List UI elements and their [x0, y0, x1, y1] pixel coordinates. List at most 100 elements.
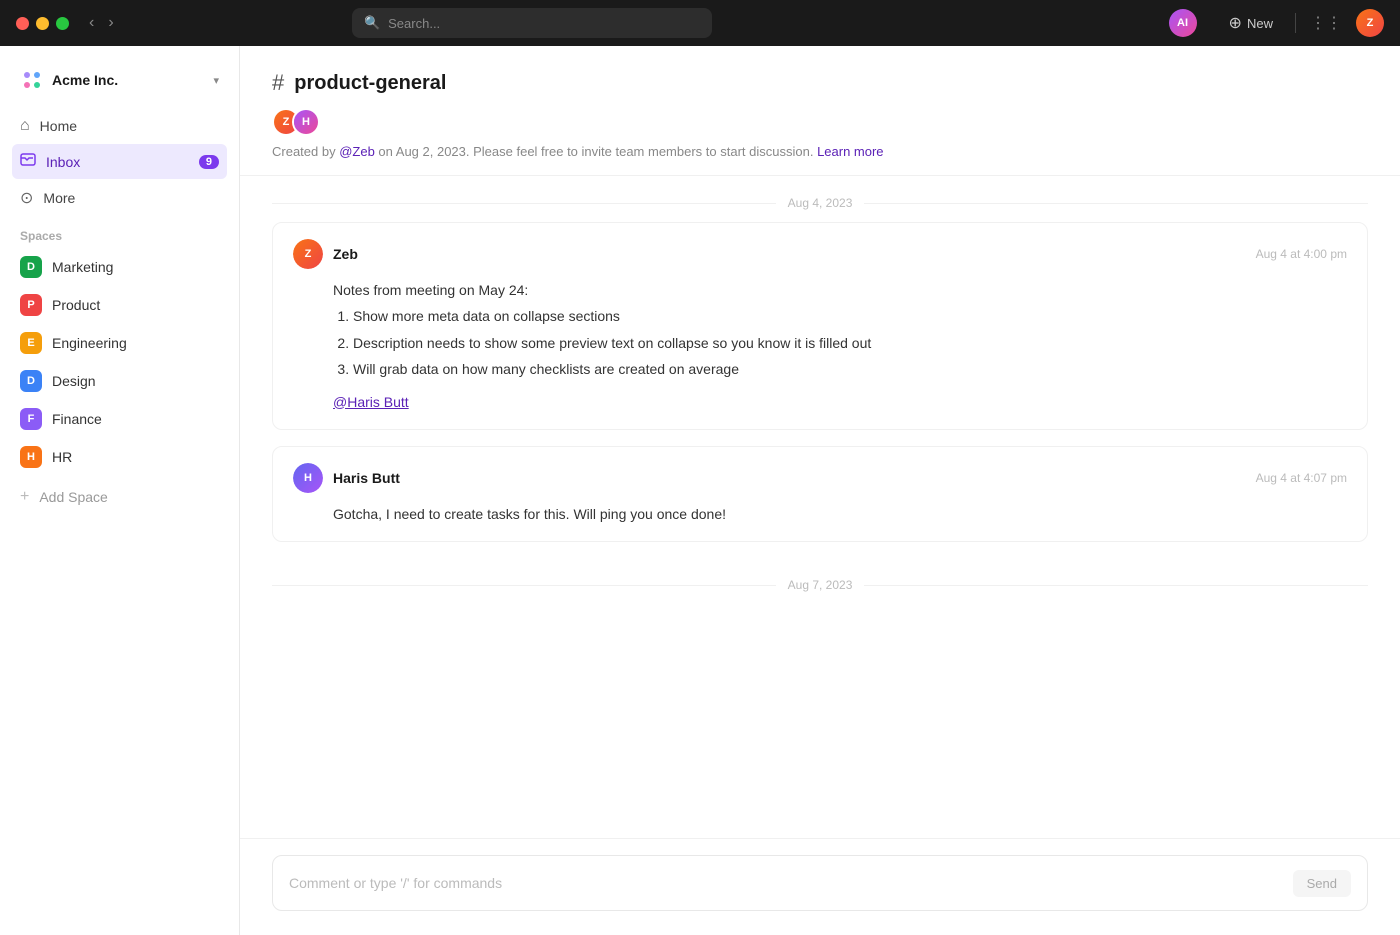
divider [1295, 13, 1296, 33]
workspace-name: Acme Inc. [52, 72, 118, 88]
space-item-finance[interactable]: F Finance [12, 401, 227, 437]
list-item: Will grab data on how many checklists ar… [353, 358, 1347, 380]
hr-label: HR [52, 449, 72, 465]
date-line [864, 203, 1368, 204]
channel-meta-prefix: Created by [272, 144, 339, 159]
channel-header: # product-general Z H Created by @Zeb on… [240, 46, 1400, 176]
date-divider-1: Aug 4, 2023 [272, 176, 1368, 222]
space-item-hr[interactable]: H HR [12, 439, 227, 475]
new-label: New [1247, 16, 1273, 31]
channel-meta-suffix: on Aug 2, 2023. Please feel free to invi… [375, 144, 817, 159]
engineering-dot: E [20, 332, 42, 354]
sidebar-item-more[interactable]: ⊙ More [12, 181, 227, 215]
msg-author-1: Zeb [333, 246, 358, 262]
list-item: Show more meta data on collapse sections [353, 305, 1347, 327]
topbar: ‹ › 🔍 AI ⊕ New ⋮⋮ Z [0, 0, 1400, 46]
new-button[interactable]: ⊕ New [1221, 9, 1281, 37]
add-space-plus-icon: + [20, 488, 29, 506]
learn-more-link[interactable]: Learn more [817, 144, 883, 159]
search-input[interactable] [388, 16, 700, 31]
msg-intro-1: Notes from meeting on May 24: [333, 282, 528, 298]
add-space-button[interactable]: + Add Space [12, 481, 227, 513]
message-header-1: Z Zeb Aug 4 at 4:00 pm [293, 239, 1347, 269]
ai-button[interactable]: AI [1169, 9, 1197, 37]
finance-label: Finance [52, 411, 102, 427]
date-line [272, 203, 776, 204]
inbox-icon [20, 151, 36, 172]
sidebar-item-home[interactable]: ⌂ Home [12, 110, 227, 142]
inbox-badge: 9 [199, 155, 219, 169]
forward-button[interactable]: › [104, 12, 117, 34]
msg-avatar-2: H [293, 463, 323, 493]
workspace-caret-icon: ▾ [213, 74, 219, 87]
send-button[interactable]: Send [1293, 870, 1351, 897]
msg-avatar-1: Z [293, 239, 323, 269]
space-item-marketing[interactable]: D Marketing [12, 249, 227, 285]
channel-members: Z H [272, 108, 1368, 136]
member-avatar-2: H [292, 108, 320, 136]
comment-area: Send [240, 838, 1400, 935]
comment-input[interactable] [289, 859, 1293, 907]
msg-body-2: Gotcha, I need to create tasks for this.… [293, 503, 1347, 525]
main-layout: Acme Inc. ▾ ⌂ Home Inbox 9 ⊙ More Spaces… [0, 46, 1400, 935]
message-header-2: H Haris Butt Aug 4 at 4:07 pm [293, 463, 1347, 493]
msg-list-1: Show more meta data on collapse sections… [333, 305, 1347, 380]
channel-name: product-general [294, 72, 446, 95]
date-line-2 [272, 585, 776, 586]
date-line-2 [864, 585, 1368, 586]
hash-icon: # [272, 70, 284, 96]
channel-meta: Created by @Zeb on Aug 2, 2023. Please f… [272, 144, 1368, 159]
back-button[interactable]: ‹ [85, 12, 98, 34]
home-icon: ⌂ [20, 117, 30, 135]
space-item-engineering[interactable]: E Engineering [12, 325, 227, 361]
more-label: More [43, 190, 75, 206]
message-card-1: Z Zeb Aug 4 at 4:00 pm Notes from meetin… [272, 222, 1368, 430]
comment-box: Send [272, 855, 1368, 911]
search-icon: 🔍 [364, 15, 380, 31]
close-window-button[interactable] [16, 17, 29, 30]
search-bar[interactable]: 🔍 [352, 8, 712, 38]
window-controls [16, 17, 69, 30]
msg-time-1: Aug 4 at 4:00 pm [1256, 247, 1347, 261]
spaces-section-label: Spaces [12, 217, 227, 249]
msg-author-2: Haris Butt [333, 470, 400, 486]
design-dot: D [20, 370, 42, 392]
date-label-1: Aug 4, 2023 [788, 196, 853, 210]
nav-arrows: ‹ › [85, 12, 118, 34]
inbox-label: Inbox [46, 154, 80, 170]
hr-dot: H [20, 446, 42, 468]
msg-time-2: Aug 4 at 4:07 pm [1256, 471, 1347, 485]
messages-area: Aug 4, 2023 Z Zeb Aug 4 at 4:00 pm Notes… [240, 176, 1400, 838]
marketing-dot: D [20, 256, 42, 278]
ai-label: AI [1177, 17, 1188, 29]
grid-icon[interactable]: ⋮⋮ [1310, 13, 1342, 33]
ai-badge: AI [1169, 9, 1197, 37]
space-item-product[interactable]: P Product [12, 287, 227, 323]
design-label: Design [52, 373, 96, 389]
message-card-2: H Haris Butt Aug 4 at 4:07 pm Gotcha, I … [272, 446, 1368, 542]
finance-dot: F [20, 408, 42, 430]
list-item: Description needs to show some preview t… [353, 332, 1347, 354]
marketing-label: Marketing [52, 259, 113, 275]
space-item-design[interactable]: D Design [12, 363, 227, 399]
workspace-header[interactable]: Acme Inc. ▾ [12, 62, 227, 98]
date-divider-2: Aug 7, 2023 [272, 558, 1368, 604]
new-plus-icon: ⊕ [1229, 13, 1242, 33]
msg-text-2: Gotcha, I need to create tasks for this.… [333, 506, 726, 522]
maximize-window-button[interactable] [56, 17, 69, 30]
sidebar: Acme Inc. ▾ ⌂ Home Inbox 9 ⊙ More Spaces… [0, 46, 240, 935]
more-icon: ⊙ [20, 188, 33, 208]
minimize-window-button[interactable] [36, 17, 49, 30]
engineering-label: Engineering [52, 335, 127, 351]
sidebar-item-inbox[interactable]: Inbox 9 [12, 144, 227, 179]
topbar-right: ⊕ New ⋮⋮ Z [1221, 9, 1384, 37]
product-label: Product [52, 297, 100, 313]
product-dot: P [20, 294, 42, 316]
channel-meta-author[interactable]: @Zeb [339, 144, 375, 159]
msg-body-1: Notes from meeting on May 24: Show more … [293, 279, 1347, 413]
channel-title-row: # product-general [272, 70, 1368, 96]
mention-link-1[interactable]: @Haris Butt [333, 391, 1347, 413]
content-area: # product-general Z H Created by @Zeb on… [240, 46, 1400, 935]
home-label: Home [40, 118, 77, 134]
user-avatar[interactable]: Z [1356, 9, 1384, 37]
